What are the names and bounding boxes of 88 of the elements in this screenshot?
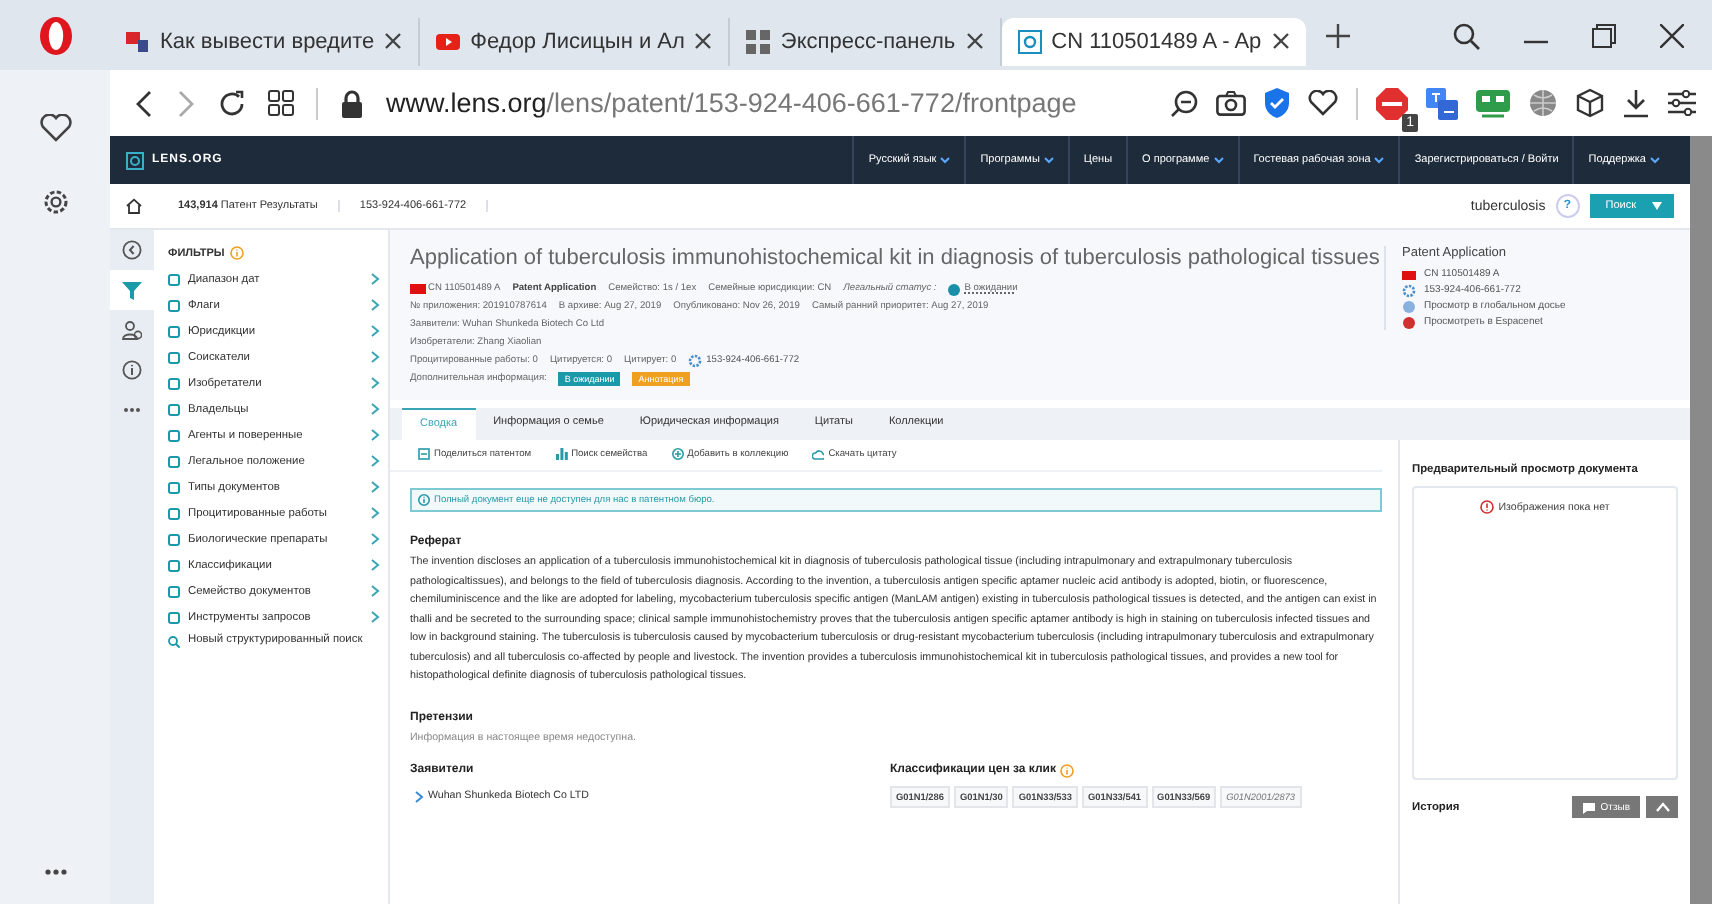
info-icon — [418, 494, 430, 506]
chevron-icon — [414, 789, 424, 803]
close-icon[interactable] — [965, 32, 984, 50]
bullet-icon — [168, 559, 180, 571]
gear-icon[interactable] — [39, 186, 71, 218]
download-icon[interactable] — [1622, 88, 1650, 118]
lock-icon — [340, 89, 364, 117]
bullet-icon — [168, 455, 180, 467]
people-icon — [122, 320, 142, 340]
home-icon[interactable] — [126, 198, 142, 214]
info-icon — [1060, 763, 1074, 777]
url-field[interactable]: www.lens.org/lens/patent/153-924-406-661-772/frontpage — [386, 88, 1077, 118]
heart-icon[interactable] — [39, 114, 71, 142]
translate-icon[interactable] — [1426, 87, 1458, 119]
close-icon[interactable] — [384, 32, 403, 50]
settings-icon[interactable] — [1668, 90, 1696, 116]
tab-title: Экспресс-панель — [780, 29, 956, 53]
bullet-icon — [168, 507, 180, 519]
caret-icon — [1374, 156, 1385, 164]
gear-icon — [688, 354, 703, 368]
scroll-top-button[interactable] — [1646, 796, 1678, 818]
alert-icon — [1480, 500, 1495, 514]
monitor-icon[interactable] — [1476, 89, 1510, 117]
back-icon[interactable] — [134, 89, 154, 117]
search-icon — [168, 636, 180, 648]
caret-icon — [940, 156, 951, 164]
bullet-icon — [168, 481, 180, 493]
search-icon[interactable] — [1452, 21, 1480, 49]
reload-icon[interactable] — [218, 89, 246, 117]
gear-icon — [1402, 283, 1416, 297]
info-icon — [122, 360, 142, 380]
chat-icon — [1582, 801, 1597, 813]
plus-icon — [671, 448, 684, 460]
tab-title: CN 110501489 A - Ap — [1051, 29, 1262, 53]
shield-icon[interactable] — [1264, 88, 1290, 118]
browser-tab[interactable]: Как вывести вредите — [110, 17, 421, 65]
bullet-icon — [168, 377, 180, 389]
bullet-icon — [168, 299, 180, 311]
plus-icon[interactable] — [1325, 23, 1350, 47]
logo-icon — [1017, 29, 1042, 53]
bullet-icon — [168, 325, 180, 337]
patent-title: Application of tuberculosis immunohistochemical kit in diagnosis of tuberculosis pathological tissues — [410, 246, 1382, 270]
cloud-icon — [812, 448, 825, 460]
caret-icon — [1652, 202, 1662, 210]
caret-icon — [1650, 156, 1660, 164]
logo-icon — [126, 29, 150, 53]
caret-icon — [1043, 156, 1054, 164]
bullet-icon — [168, 429, 180, 441]
bar-chart-icon — [555, 448, 568, 460]
bullet-icon — [168, 611, 180, 623]
bullet-icon — [168, 585, 180, 597]
back-icon — [122, 240, 142, 260]
bullet-icon — [168, 273, 180, 285]
flag-icon — [1402, 267, 1416, 281]
browser-tab[interactable]: CN 110501489 A - Ap — [1001, 17, 1306, 65]
logo-icon — [126, 151, 144, 169]
zoom-out-icon[interactable] — [1170, 89, 1198, 117]
cube-icon[interactable] — [1576, 88, 1604, 118]
bullet-icon — [168, 403, 180, 415]
play-icon — [436, 29, 461, 53]
grid-icon — [746, 29, 771, 53]
close-icon[interactable] — [694, 32, 713, 50]
bullet-icon — [168, 351, 180, 363]
grid-icon[interactable] — [268, 90, 294, 116]
bullet-icon — [168, 533, 180, 545]
opera-logo-icon[interactable] — [37, 15, 73, 55]
maximize-icon[interactable] — [1592, 23, 1616, 47]
flag-icon — [410, 284, 426, 294]
close-icon[interactable] — [1271, 32, 1290, 50]
stop-sign-icon[interactable] — [1376, 87, 1408, 119]
close-icon[interactable] — [1660, 23, 1684, 47]
tab-title: Федор Лисицын и Ал — [470, 29, 685, 53]
more-icon[interactable] — [43, 868, 67, 876]
camera-icon[interactable] — [1216, 90, 1246, 116]
info-icon — [230, 246, 245, 260]
rail-tab[interactable] — [110, 270, 154, 310]
globe-icon[interactable] — [1528, 88, 1558, 118]
browser-tab[interactable]: Федор Лисицын и Ал — [420, 17, 731, 65]
browser-tab[interactable]: Экспресс-панель — [730, 17, 1002, 65]
share-icon — [418, 448, 430, 460]
caret-icon — [1655, 802, 1669, 812]
filter-icon — [122, 280, 142, 300]
tab-title: Как вывести вредите — [160, 29, 375, 53]
caret-icon — [1213, 156, 1224, 164]
status-dot-icon — [948, 283, 961, 295]
heart-icon[interactable] — [1308, 90, 1338, 116]
circle-icon — [1402, 315, 1416, 329]
globe-icon — [1402, 299, 1416, 313]
